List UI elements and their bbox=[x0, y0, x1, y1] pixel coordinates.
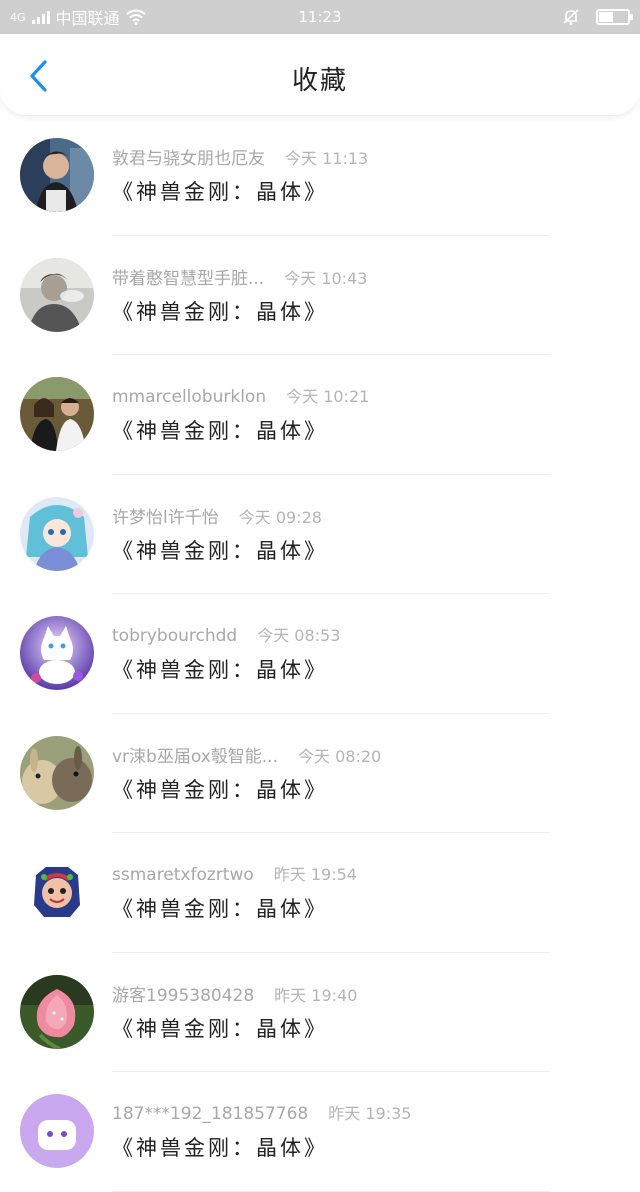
timestamp: 昨天 19:54 bbox=[273, 865, 357, 884]
favorite-title[interactable]: 《神兽金刚：晶体》 bbox=[112, 654, 328, 684]
username[interactable]: 敦君与骁女朋也厄友 bbox=[112, 144, 265, 169]
list-item[interactable]: 187***192_181857768 昨天 19:35 《神兽金刚：晶体》 bbox=[0, 1072, 640, 1192]
battery-icon bbox=[596, 9, 633, 25]
favorite-title[interactable]: 《神兽金刚：晶体》 bbox=[112, 535, 328, 565]
timestamp: 今天 09:28 bbox=[238, 507, 322, 527]
item-meta: 许梦怡l许千怡 今天 09:28 bbox=[112, 503, 322, 528]
avatar[interactable] bbox=[20, 616, 94, 690]
network-type: 4G bbox=[10, 10, 26, 24]
page-title: 收藏 bbox=[291, 66, 348, 96]
username[interactable]: 带着憨智慧型手脏... bbox=[112, 264, 264, 289]
list-item[interactable]: 游客1995380428 昨天 19:40 《神兽金刚：晶体》 bbox=[0, 953, 640, 1073]
username[interactable]: 游客1995380428 bbox=[112, 981, 254, 1006]
timestamp: 今天 10:43 bbox=[284, 268, 368, 288]
favorite-title[interactable]: 《神兽金刚：晶体》 bbox=[112, 296, 328, 326]
wifi-icon bbox=[125, 9, 146, 25]
item-meta: 游客1995380428 昨天 19:40 bbox=[112, 981, 357, 1006]
mute-bell-icon bbox=[563, 9, 579, 25]
timestamp: 昨天 19:35 bbox=[328, 1104, 412, 1123]
list-item[interactable]: mmarcelloburklon 今天 10:21 《神兽金刚：晶体》 bbox=[0, 355, 640, 475]
favorite-title[interactable]: 《神兽金刚：晶体》 bbox=[112, 774, 328, 804]
username[interactable]: ssmaretxfozrtwo bbox=[112, 865, 254, 885]
item-meta: 敦君与骁女朋也厄友 今天 11:13 bbox=[112, 144, 368, 169]
favorites-list: 敦君与骁女朋也厄友 今天 11:13 《神兽金刚：晶体》 带着憨智慧型手脏...… bbox=[0, 116, 640, 1192]
avatar[interactable] bbox=[20, 1094, 94, 1168]
signal-icon bbox=[31, 10, 50, 24]
favorite-title[interactable]: 《神兽金刚：晶体》 bbox=[112, 176, 328, 206]
item-meta: mmarcelloburklon 今天 10:21 bbox=[112, 383, 369, 407]
username[interactable]: 许梦怡l许千怡 bbox=[112, 503, 219, 528]
timestamp: 今天 11:13 bbox=[285, 149, 369, 168]
item-meta: ssmaretxfozrtwo 昨天 19:54 bbox=[112, 861, 357, 885]
carrier-label: 中国联通 bbox=[55, 9, 120, 28]
avatar[interactable] bbox=[20, 974, 94, 1049]
nav-bar: 收藏 bbox=[0, 34, 640, 116]
item-meta: 187***192_181857768 昨天 19:35 bbox=[112, 1100, 411, 1124]
item-meta: 带着憨智慧型手脏... 今天 10:43 bbox=[112, 264, 367, 289]
avatar[interactable] bbox=[20, 496, 94, 571]
favorite-title[interactable]: 《神兽金刚：晶体》 bbox=[112, 1132, 328, 1162]
favorite-title[interactable]: 《神兽金刚：晶体》 bbox=[112, 893, 328, 923]
username[interactable]: 187***192_181857768 bbox=[112, 1104, 308, 1124]
status-bar: 4G 中国联通 11:23 bbox=[0, 0, 640, 34]
username[interactable]: mmarcelloburklon bbox=[112, 387, 266, 407]
list-item[interactable]: 许梦怡l许千怡 今天 09:28 《神兽金刚：晶体》 bbox=[0, 475, 640, 595]
status-left: 4G 中国联通 bbox=[10, 5, 562, 29]
avatar[interactable] bbox=[20, 855, 94, 929]
timestamp: 今天 08:53 bbox=[257, 626, 341, 645]
list-item[interactable]: ssmaretxfozrtwo 昨天 19:54 《神兽金刚：晶体》 bbox=[0, 833, 640, 953]
avatar[interactable] bbox=[20, 138, 94, 212]
item-meta: tobrybourchdd 今天 08:53 bbox=[112, 622, 340, 646]
status-right bbox=[562, 8, 633, 26]
avatar[interactable] bbox=[20, 735, 94, 810]
username[interactable]: tobrybourchdd bbox=[112, 626, 237, 646]
list-item[interactable]: 带着憨智慧型手脏... 今天 10:43 《神兽金刚：晶体》 bbox=[0, 236, 640, 356]
avatar[interactable] bbox=[20, 257, 94, 332]
item-meta: vr涑b巫届ox彀智能... 今天 08:20 bbox=[112, 742, 381, 767]
list-item[interactable]: 敦君与骁女朋也厄友 今天 11:13 《神兽金刚：晶体》 bbox=[0, 116, 640, 236]
avatar[interactable] bbox=[20, 377, 94, 451]
timestamp: 昨天 19:40 bbox=[274, 985, 358, 1005]
favorite-title[interactable]: 《神兽金刚：晶体》 bbox=[112, 415, 328, 445]
list-item[interactable]: tobrybourchdd 今天 08:53 《神兽金刚：晶体》 bbox=[0, 594, 640, 714]
timestamp: 今天 10:21 bbox=[286, 387, 370, 406]
timestamp: 今天 08:20 bbox=[298, 746, 382, 766]
favorite-title[interactable]: 《神兽金刚：晶体》 bbox=[112, 1013, 328, 1043]
list-item[interactable]: vr涑b巫届ox彀智能... 今天 08:20 《神兽金刚：晶体》 bbox=[0, 714, 640, 834]
username[interactable]: vr涑b巫届ox彀智能... bbox=[112, 742, 278, 767]
